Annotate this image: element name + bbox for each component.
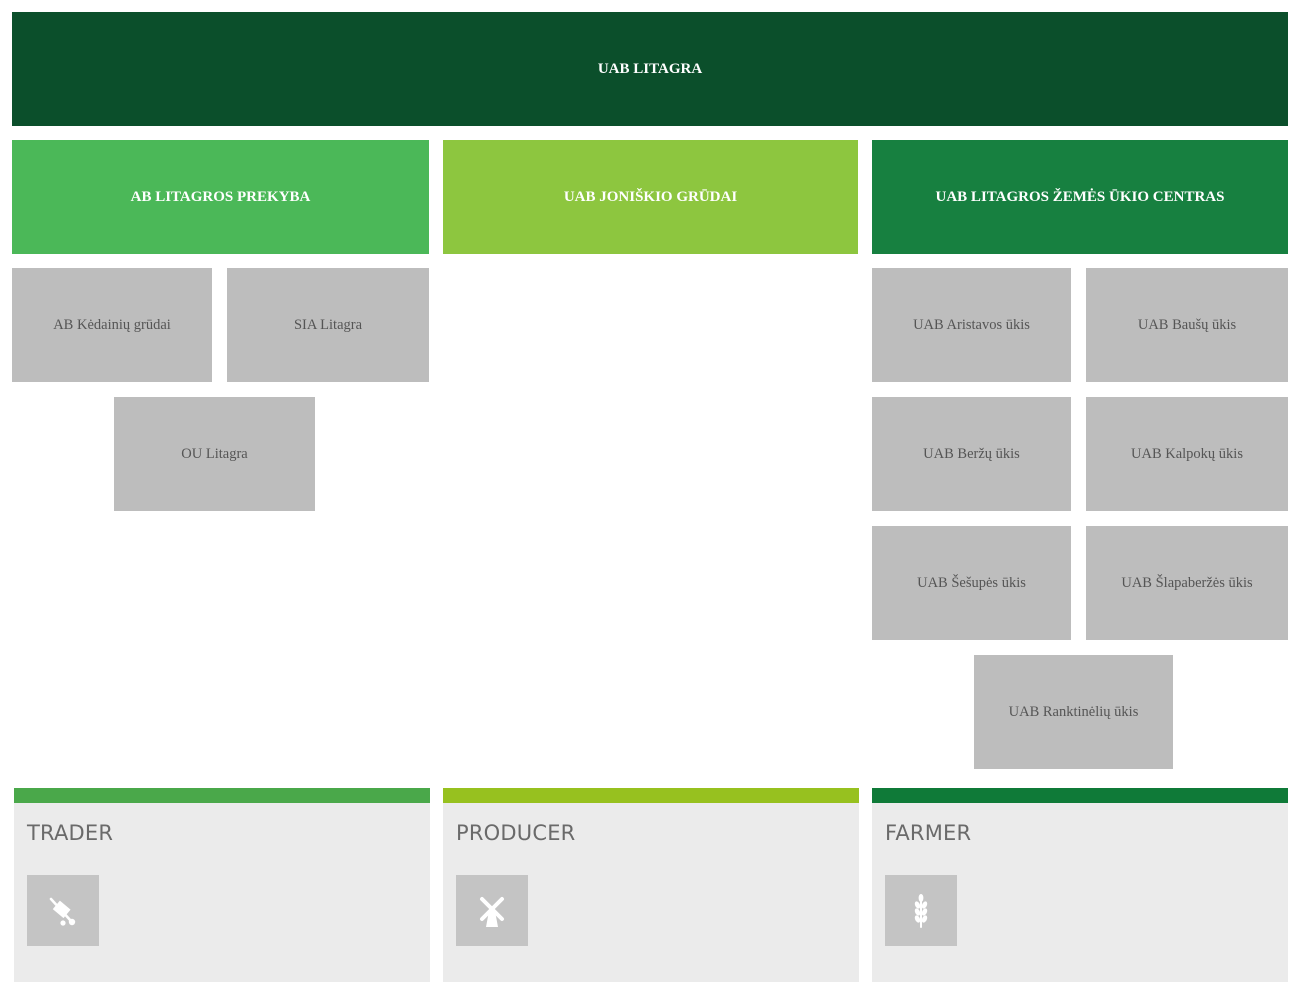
producer-accent-bar xyxy=(443,788,859,803)
trader-accent-bar xyxy=(14,788,430,803)
division-label: UAB LITAGROS ŽEMĖS ŪKIO CENTRAS xyxy=(935,188,1225,205)
subsidiary-node: AB Kėdainių grūdai xyxy=(12,268,212,382)
farmer-panel: FARMER xyxy=(872,803,1288,982)
trader-panel: TRADER xyxy=(14,803,430,982)
subsidiary-node: UAB Šešupės ūkis xyxy=(872,526,1071,640)
producer-panel: PRODUCER xyxy=(443,803,859,982)
division-label: UAB JONIŠKIO GRŪDAI xyxy=(563,188,738,205)
subsidiary-label: UAB Baušų ūkis xyxy=(1137,316,1237,333)
subsidiary-label: UAB Šlapaberžės ūkis xyxy=(1121,574,1253,591)
farmer-title: FARMER xyxy=(885,821,972,845)
hand-truck-icon xyxy=(27,875,99,946)
division-label: AB LITAGROS PREKYBA xyxy=(130,188,311,205)
subsidiary-node: UAB Aristavos ūkis xyxy=(872,268,1071,382)
subsidiary-label: UAB Ranktinėlių ūkis xyxy=(1008,703,1139,720)
subsidiary-node: SIA Litagra xyxy=(227,268,429,382)
wheat-icon xyxy=(885,875,957,946)
farmer-accent-bar xyxy=(872,788,1288,803)
division-joniskio: UAB JONIŠKIO GRŪDAI xyxy=(443,140,858,254)
subsidiary-label: UAB Šešupės ūkis xyxy=(917,574,1026,591)
subsidiary-label: AB Kėdainių grūdai xyxy=(53,316,171,333)
subsidiary-label: UAB Aristavos ūkis xyxy=(913,316,1030,333)
windmill-icon xyxy=(456,875,528,946)
subsidiary-label: OU Litagra xyxy=(181,445,248,462)
subsidiary-node: OU Litagra xyxy=(114,397,315,511)
trader-title: TRADER xyxy=(27,821,114,845)
subsidiary-node: UAB Beržų ūkis xyxy=(872,397,1071,511)
subsidiary-node: UAB Ranktinėlių ūkis xyxy=(974,655,1173,769)
subsidiary-node: UAB Šlapaberžės ūkis xyxy=(1086,526,1288,640)
division-prekyba: AB LITAGROS PREKYBA xyxy=(12,140,429,254)
root-label: UAB LITAGRA xyxy=(597,60,703,77)
producer-title: PRODUCER xyxy=(456,821,576,845)
subsidiary-node: UAB Baušų ūkis xyxy=(1086,268,1288,382)
subsidiary-label: UAB Kalpokų ūkis xyxy=(1131,445,1243,462)
division-centras: UAB LITAGROS ŽEMĖS ŪKIO CENTRAS xyxy=(872,140,1288,254)
root-node: UAB LITAGRA xyxy=(12,12,1288,126)
subsidiary-label: SIA Litagra xyxy=(293,316,363,333)
subsidiary-label: UAB Beržų ūkis xyxy=(923,445,1020,462)
subsidiary-node: UAB Kalpokų ūkis xyxy=(1086,397,1288,511)
